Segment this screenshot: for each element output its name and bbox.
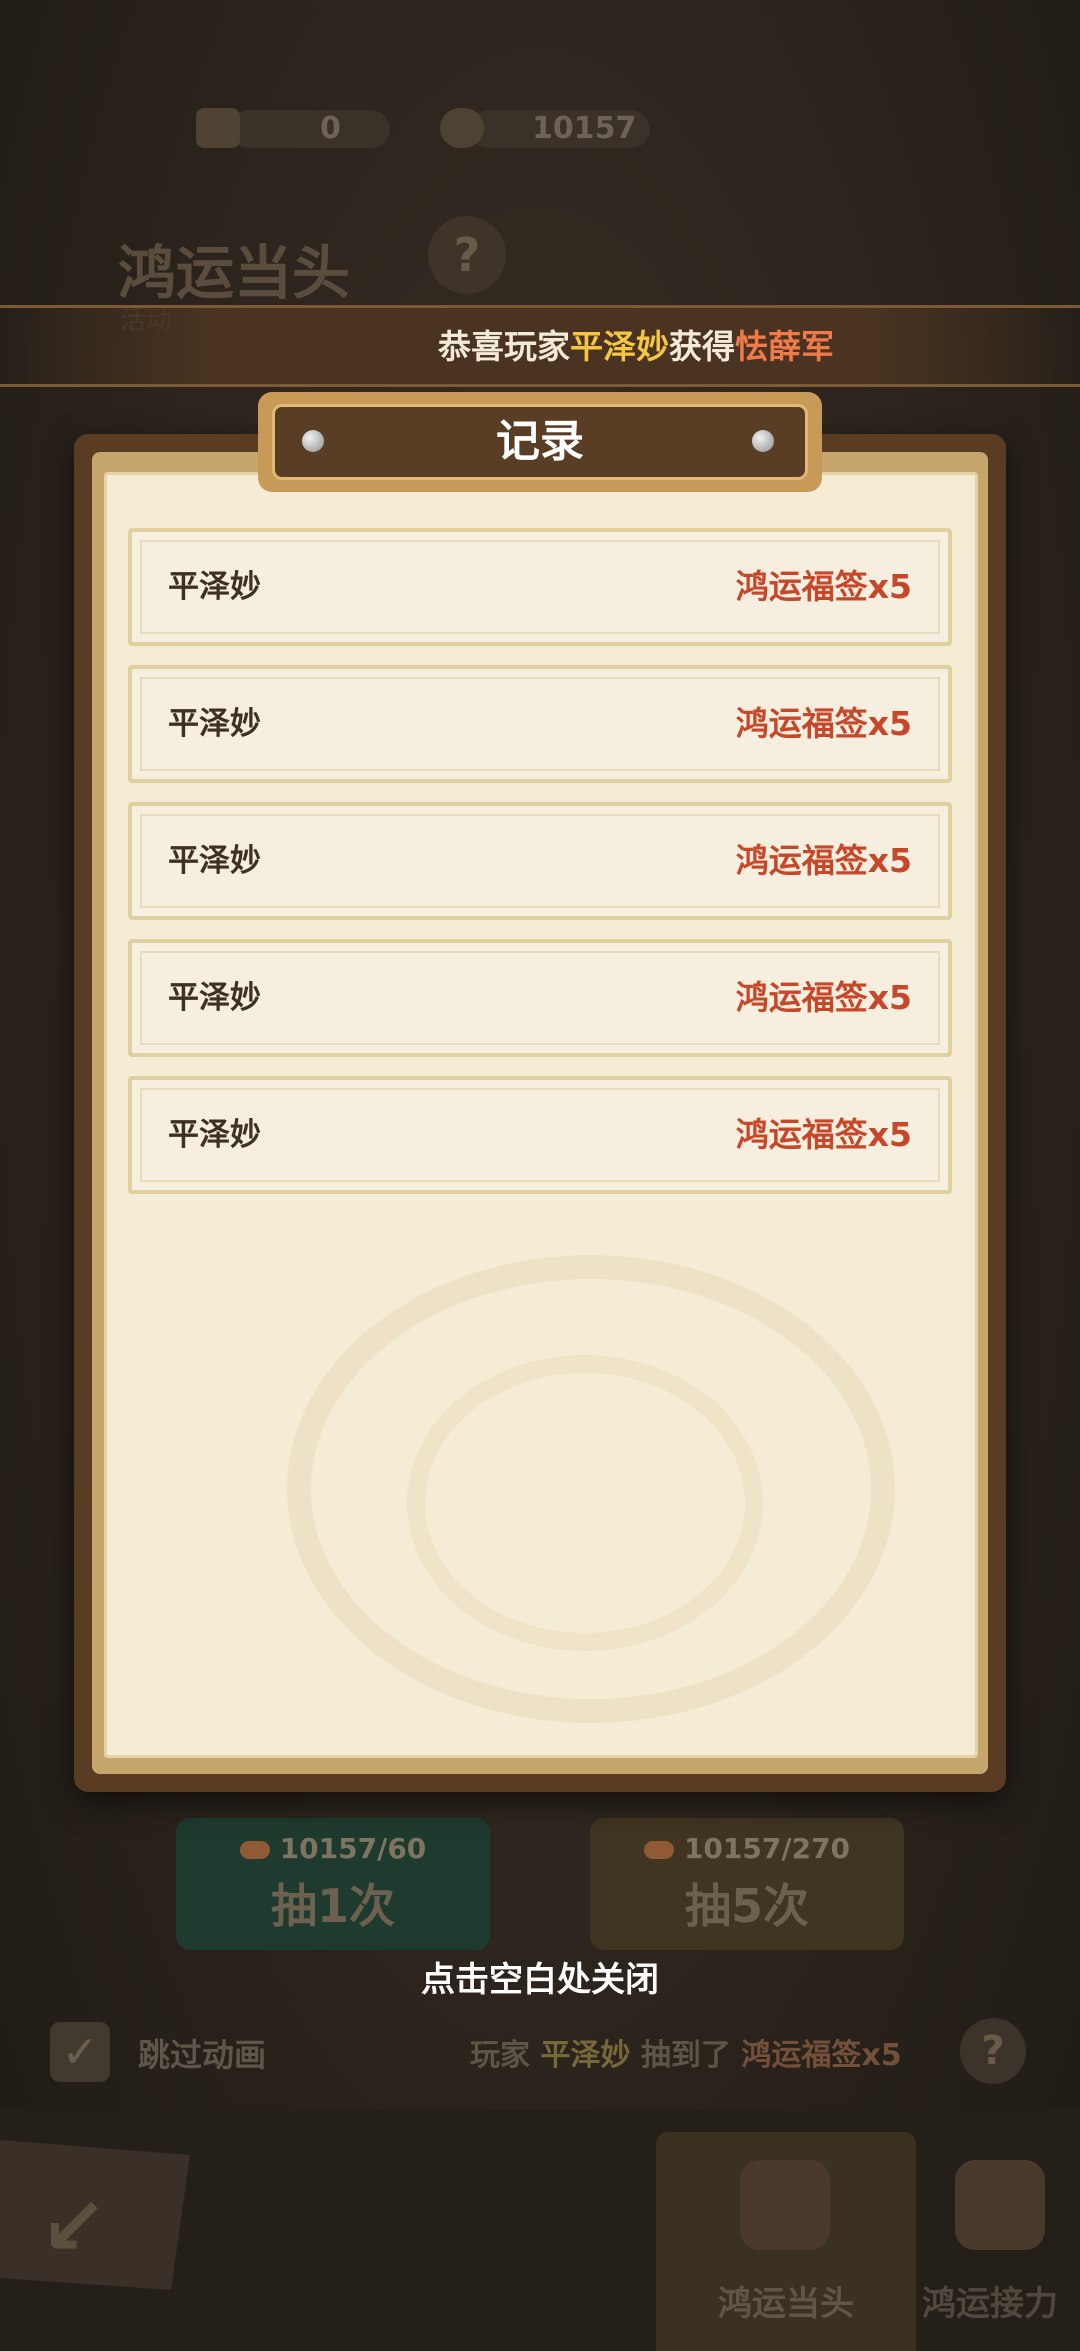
- gold-ingot-icon: [440, 108, 484, 148]
- draw-five-cost: 10157/270: [590, 1832, 904, 1865]
- tab-hongyun-jieli[interactable]: 鸿运接力: [922, 2276, 1080, 2325]
- tab-hongyun-dangtou[interactable]: 鸿运当头: [656, 2276, 916, 2325]
- record-row: 平泽妙 鸿运福签x5: [128, 1076, 952, 1194]
- record-name: 平泽妙: [168, 843, 261, 879]
- record-row: 平泽妙 鸿运福签x5: [128, 939, 952, 1057]
- draw-once-button[interactable]: 10157/60 抽1次: [176, 1818, 490, 1950]
- currency-b: 10157: [440, 105, 636, 151]
- ticket-icon: [196, 108, 240, 148]
- lantern-icon: [740, 2160, 830, 2250]
- record-name: 平泽妙: [168, 569, 261, 605]
- marquee-middle: 获得: [669, 327, 735, 366]
- record-row: 平泽妙 鸿运福签x5: [128, 802, 952, 920]
- relay-icon: [955, 2160, 1045, 2250]
- skip-animation-checkbox[interactable]: ✓: [50, 2022, 110, 2082]
- draw-result-text: 玩家 平泽妙 抽到了 鸿运福签x5: [470, 2038, 902, 2073]
- marquee-text: 恭喜玩家平泽妙获得怯薛军: [438, 320, 834, 368]
- close-hint[interactable]: 点击空白处关闭: [0, 1952, 1080, 2001]
- dialog-title: 记录: [496, 416, 584, 467]
- record-name: 平泽妙: [168, 980, 261, 1016]
- record-row: 平泽妙 鸿运福签x5: [128, 665, 952, 783]
- help-icon[interactable]: ?: [960, 2018, 1026, 2084]
- currency-a-value: 0: [320, 110, 341, 146]
- record-name: 平泽妙: [168, 1117, 261, 1153]
- marquee-player: 平泽妙: [570, 327, 669, 366]
- currency-a: 0: [196, 105, 341, 151]
- draw-five-button[interactable]: 10157/270 抽5次: [590, 1818, 904, 1950]
- currency-b-value: 10157: [532, 110, 637, 146]
- draw-once-cost: 10157/60: [176, 1832, 490, 1865]
- record-row: 平泽妙 鸿运福签x5: [128, 528, 952, 646]
- dragon-watermark-inner: [407, 1355, 763, 1651]
- event-title: 鸿运当头: [118, 239, 351, 307]
- marquee-prefix: 恭喜玩家: [438, 327, 570, 366]
- record-reward: 鸿运福签x5: [735, 841, 912, 880]
- marquee-item: 怯薛军: [735, 327, 834, 366]
- record-reward: 鸿运福签x5: [735, 978, 912, 1017]
- record-reward: 鸿运福签x5: [735, 704, 912, 743]
- ingot-icon: [239, 1841, 270, 1859]
- ingot-icon: [643, 1841, 674, 1859]
- help-icon[interactable]: ?: [428, 216, 506, 294]
- skip-animation-label: 跳过动画: [138, 2036, 267, 2074]
- back-arrow-icon: ↙: [40, 2180, 108, 2273]
- draw-five-label: 抽5次: [684, 1879, 809, 1933]
- record-name: 平泽妙: [168, 706, 261, 742]
- record-reward: 鸿运福签x5: [735, 567, 912, 606]
- draw-once-label: 抽1次: [270, 1879, 395, 1933]
- record-reward: 鸿运福签x5: [735, 1115, 912, 1154]
